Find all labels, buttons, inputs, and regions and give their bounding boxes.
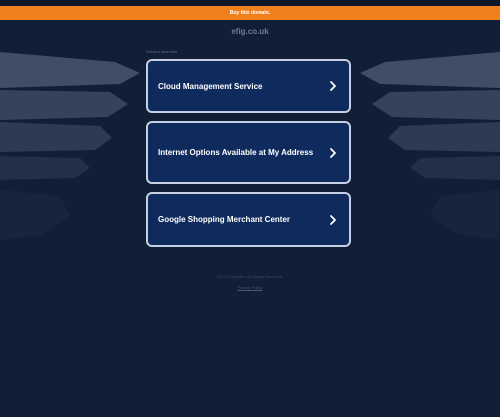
privacy-footer: Privacy Policy bbox=[0, 285, 500, 290]
privacy-policy-link[interactable]: Privacy Policy bbox=[238, 285, 263, 290]
chevron-right-icon bbox=[330, 147, 336, 158]
related-searches-label: Related searches bbox=[146, 49, 178, 54]
related-search-label: Google Shopping Merchant Center bbox=[158, 215, 291, 224]
related-search-link[interactable]: Cloud Management Service bbox=[146, 59, 351, 113]
related-search-link[interactable]: Internet Options Available at My Address bbox=[146, 121, 351, 184]
copyright-text: 2025 Copyright . All Rights Reserved. bbox=[216, 274, 284, 279]
chevron-right-icon bbox=[330, 81, 336, 91]
related-search-label: Internet Options Available at My Address bbox=[158, 148, 314, 157]
related-search-label: Cloud Management Service bbox=[158, 81, 263, 91]
domain-title: efig.co.uk bbox=[231, 27, 269, 36]
related-search-link[interactable]: Google Shopping Merchant Center bbox=[146, 192, 351, 247]
chevron-right-icon bbox=[330, 214, 336, 225]
